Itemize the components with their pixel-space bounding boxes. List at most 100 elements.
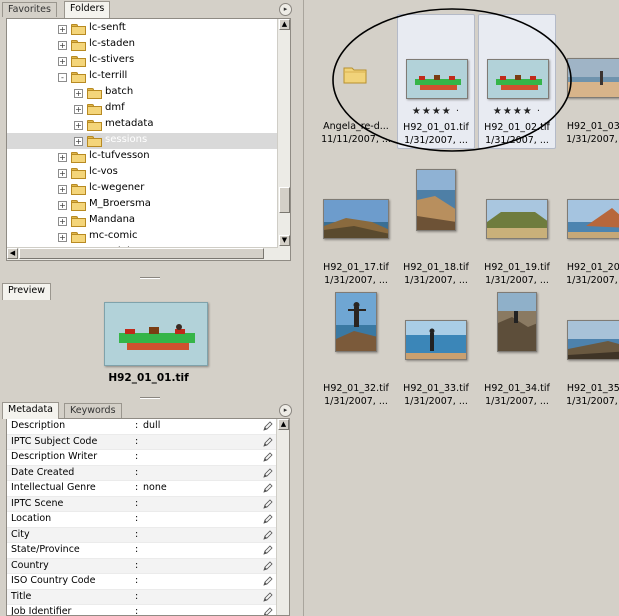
thumbnail-image[interactable] <box>486 199 548 239</box>
pencil-icon[interactable] <box>263 452 273 462</box>
metadata-row[interactable]: IPTC Subject Code: <box>7 434 277 450</box>
metadata-row[interactable]: Job Identifier: <box>7 605 277 615</box>
tree-item[interactable]: + metadata <box>7 117 290 133</box>
pencil-icon[interactable] <box>263 529 273 540</box>
metadata-row[interactable]: Location: <box>7 512 277 528</box>
expand-icon[interactable]: + <box>58 25 67 34</box>
thumbnail-image[interactable] <box>335 292 377 352</box>
tab-folders[interactable]: Folders <box>64 1 111 18</box>
thumbnail-cell[interactable]: H92_01_18.tif 1/31/2007, ... <box>397 155 475 290</box>
tree-item[interactable]: + dmf <box>7 101 290 117</box>
metadata-row[interactable]: Country: <box>7 558 277 574</box>
thumbnail-cell[interactable]: H92_01_17.tif 1/31/2007, ... <box>317 155 395 290</box>
pencil-icon[interactable] <box>263 436 273 447</box>
scroll-left-button[interactable]: ◀ <box>7 248 18 259</box>
expand-icon[interactable]: + <box>58 169 67 178</box>
metadata-value[interactable]: none <box>143 482 167 493</box>
metadata-row[interactable]: IPTC Scene: <box>7 496 277 512</box>
thumbnail-image[interactable] <box>406 59 468 99</box>
scroll-thumb-horizontal[interactable] <box>19 248 264 259</box>
tree-item[interactable]: + M_Broersma <box>7 197 290 213</box>
tab-metadata[interactable]: Metadata <box>2 402 59 419</box>
metadata-row[interactable]: Title: <box>7 589 277 605</box>
thumbnail-cell[interactable]: H92_01_35.ti 1/31/2007, ... <box>559 276 619 411</box>
thumbnail-cell[interactable]: Angela_re-d... 11/11/2007, ... <box>317 14 395 149</box>
thumbnail-image[interactable] <box>323 199 389 239</box>
thumbnail-cell[interactable]: H92_01_03.ti 1/31/2007, ... <box>559 14 619 149</box>
pencil-icon[interactable] <box>263 591 273 602</box>
pencil-icon[interactable] <box>263 560 273 571</box>
thumbnail-cell[interactable]: H92_01_19.tif 1/31/2007, ... <box>478 155 556 290</box>
scroll-thumb[interactable] <box>279 187 290 213</box>
tree-item[interactable]: + Mandana <box>7 213 290 229</box>
tree-item[interactable]: + mc-comic <box>7 229 290 245</box>
metadata-row[interactable]: State/Province: <box>7 543 277 559</box>
folders-panel-menu-icon[interactable]: ▸ <box>279 3 292 16</box>
expand-icon[interactable]: + <box>74 105 83 114</box>
metadata-row[interactable]: Description Writer: <box>7 450 277 466</box>
thumbnail-image[interactable] <box>487 59 549 99</box>
metadata-value[interactable]: dull <box>143 420 160 431</box>
expand-icon[interactable]: + <box>58 201 67 210</box>
pencil-icon[interactable] <box>263 498 273 509</box>
thumbnail-image[interactable] <box>405 320 467 360</box>
thumbnail-cell[interactable]: ★★★★ · H92_01_01.tif 1/31/2007, ... <box>397 14 475 149</box>
metadata-row[interactable]: Date Created: <box>7 465 277 481</box>
metadata-separator: : <box>135 575 139 586</box>
metadata-scroll-up-button[interactable]: ▲ <box>278 419 289 430</box>
metadata-panel-menu-icon[interactable]: ▸ <box>279 404 292 417</box>
star-rating[interactable]: ★★★★ · <box>479 106 555 117</box>
splitter-folders-preview[interactable] <box>0 275 300 281</box>
pencil-icon[interactable] <box>263 607 273 615</box>
thumbnail-cell[interactable]: ★★★★ · H92_01_02.tif 1/31/2007, ... <box>478 14 556 149</box>
tree-item[interactable]: + batch <box>7 85 290 101</box>
pencil-icon[interactable] <box>263 514 273 524</box>
tree-item[interactable]: + lc-vos <box>7 165 290 181</box>
thumbnail-cell[interactable]: H92_01_34.tif 1/31/2007, ... <box>478 276 556 411</box>
thumbnail-image[interactable] <box>416 169 456 231</box>
metadata-row[interactable]: ISO Country Code: <box>7 574 277 590</box>
pencil-icon[interactable] <box>263 467 273 478</box>
tab-favorites[interactable]: Favorites <box>2 2 57 17</box>
tree-item[interactable]: + lc-senft <box>7 21 290 37</box>
expand-icon[interactable]: + <box>74 137 83 146</box>
tree-item[interactable]: + lc-staden <box>7 37 290 53</box>
thumbnail-image[interactable] <box>497 292 537 352</box>
metadata-row[interactable]: Intellectual Genre: none <box>7 481 277 497</box>
expand-icon[interactable]: + <box>58 217 67 226</box>
expand-icon[interactable]: + <box>58 185 67 194</box>
folder-tree-vertical-scrollbar[interactable]: ▲ ▼ <box>277 19 290 260</box>
folder-icon[interactable] <box>343 64 367 87</box>
folder-tree-horizontal-scrollbar[interactable]: ◀ <box>7 247 278 260</box>
expand-icon[interactable]: + <box>74 89 83 98</box>
tab-preview[interactable]: Preview <box>2 283 51 300</box>
pencil-icon[interactable] <box>263 545 273 555</box>
tree-item[interactable]: + lc-tufvesson <box>7 149 290 165</box>
metadata-vertical-scrollbar[interactable]: ▲ <box>276 419 289 615</box>
scroll-down-button[interactable]: ▼ <box>279 235 290 246</box>
collapse-icon[interactable]: - <box>58 73 67 82</box>
pencil-icon[interactable] <box>263 483 273 493</box>
thumbnail-image[interactable] <box>567 320 619 360</box>
expand-icon[interactable]: + <box>58 57 67 66</box>
expand-icon[interactable]: + <box>74 121 83 130</box>
pencil-icon[interactable] <box>263 421 273 431</box>
thumbnail-cell[interactable]: H92_01_20.ti1/31/2007, ... <box>559 155 619 290</box>
thumbnail-cell[interactable]: H92_01_33.tif 1/31/2007, ... <box>397 276 475 411</box>
pencil-icon[interactable] <box>263 576 273 586</box>
thumbnail-image[interactable] <box>567 58 619 98</box>
tree-item[interactable]: + sessions <box>7 133 290 149</box>
expand-icon[interactable]: + <box>58 233 67 242</box>
expand-icon[interactable]: + <box>58 41 67 50</box>
thumbnail-image[interactable] <box>567 199 619 239</box>
tree-item[interactable]: - lc-terrill <box>7 69 290 85</box>
expand-icon[interactable]: + <box>58 153 67 162</box>
scroll-up-button[interactable]: ▲ <box>279 19 290 30</box>
metadata-row[interactable]: Description: dull <box>7 419 277 435</box>
tree-item[interactable]: + lc-stivers <box>7 53 290 69</box>
metadata-row[interactable]: City: <box>7 527 277 543</box>
tab-keywords[interactable]: Keywords <box>64 403 122 418</box>
thumbnail-cell[interactable]: H92_01_32.tif 1/31/2007, ... <box>317 276 395 411</box>
star-rating[interactable]: ★★★★ · <box>398 106 474 117</box>
tree-item[interactable]: + lc-wegener <box>7 181 290 197</box>
